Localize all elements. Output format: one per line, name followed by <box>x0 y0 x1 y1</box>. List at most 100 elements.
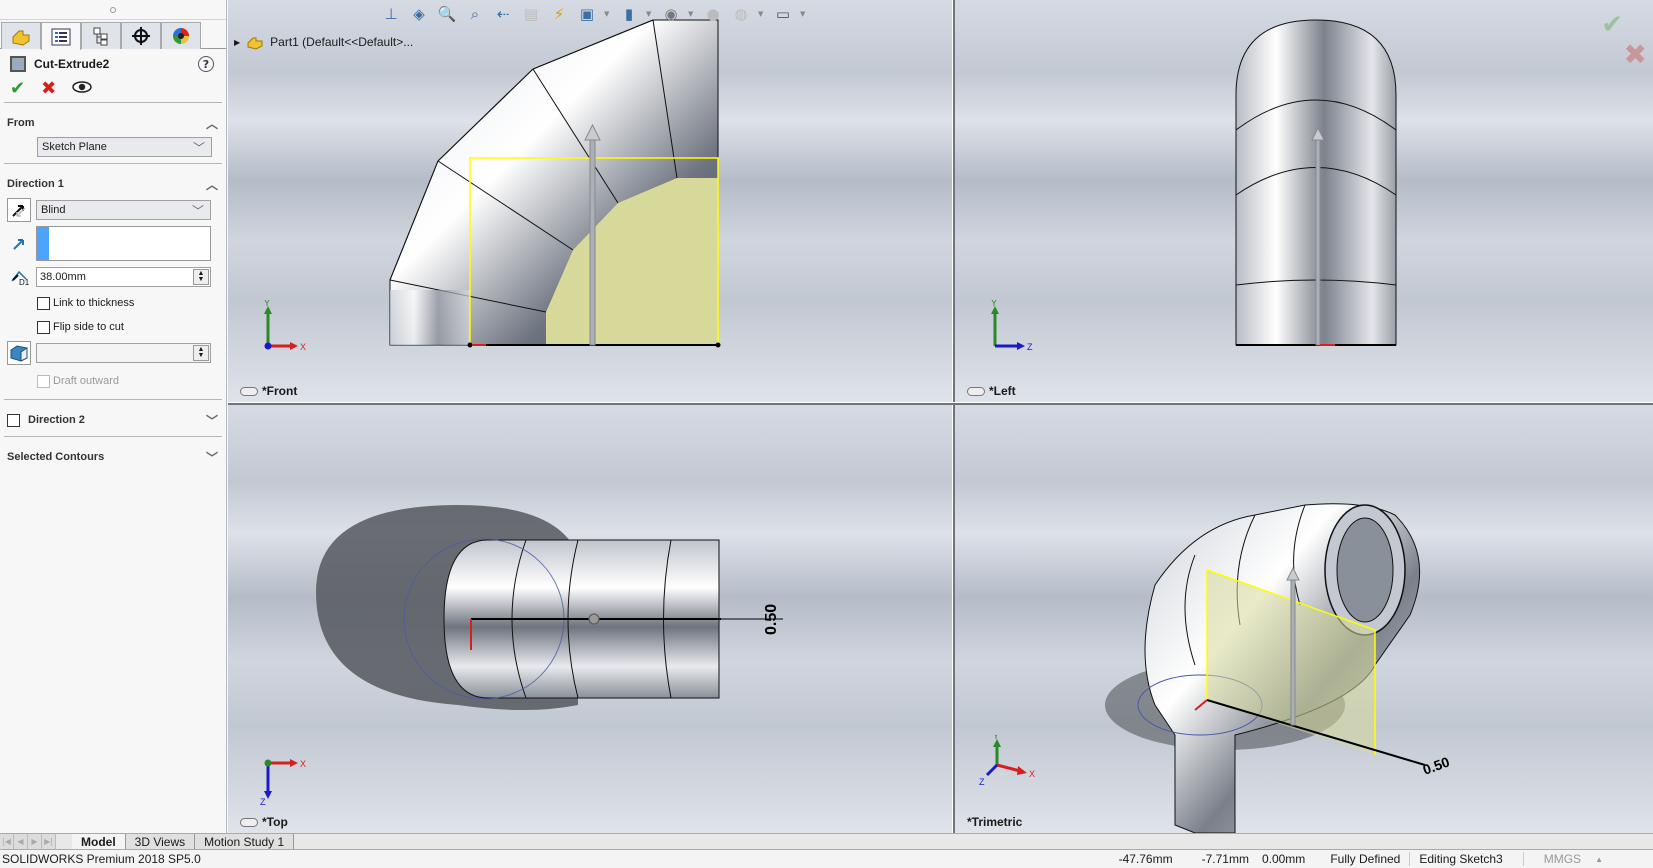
view-label-trimetric: *Trimetric <box>967 815 1022 829</box>
view-normal-icon[interactable]: ⊥ <box>380 3 402 25</box>
hide-show-items-icon[interactable]: ◉ <box>660 3 682 25</box>
unit-system[interactable]: MMGS <box>1524 852 1595 866</box>
selected-contours-section-header[interactable]: Selected Contours ﹀ <box>0 443 226 471</box>
svg-text:D1: D1 <box>19 278 29 286</box>
previous-view-icon[interactable]: ⇠ <box>492 3 514 25</box>
checkbox-box[interactable] <box>37 296 50 310</box>
reverse-direction-icon <box>12 205 26 217</box>
prev-tab-button[interactable]: ◀ <box>14 834 28 849</box>
direction2-checkbox[interactable] <box>7 413 20 427</box>
collapse-up-icon[interactable]: ︿ <box>206 176 218 193</box>
dynamic-annotation-icon[interactable]: ⚡ <box>548 3 570 25</box>
tab-motion-study-1[interactable]: Motion Study 1 <box>195 834 295 849</box>
display-style-icon[interactable]: ▮ <box>618 3 640 25</box>
axis-z-label: Z <box>1027 342 1033 350</box>
view-label-front: *Front <box>240 384 297 398</box>
draft-angle-input[interactable]: ▲ ▼ <box>36 343 211 363</box>
tab-property-manager[interactable] <box>41 22 81 50</box>
expand-down-icon[interactable]: ﹀ <box>206 412 218 429</box>
direction-arrow-icon <box>7 237 31 251</box>
depth-input[interactable]: 38.00mm ▲ ▼ <box>36 267 211 287</box>
next-tab-button[interactable]: ▶ <box>28 834 42 849</box>
direction-selection-box[interactable] <box>36 226 211 261</box>
expand-arrow-icon[interactable]: ▶ <box>234 38 240 47</box>
link-to-thickness-checkbox[interactable]: Link to thickness <box>0 291 226 315</box>
collapse-up-icon[interactable]: ︿ <box>206 115 218 132</box>
dropdown-arrow-icon[interactable]: ▼ <box>800 10 808 18</box>
viewport-front[interactable]: Y X *Front ⊥ ◈ 🔍 ⌕ ⇠ ▤ ⚡ ▣ ▼ ▮ ▼ ◉ ▼ ● ◍ ▼ ▭… <box>228 0 952 402</box>
end-condition-value: Blind <box>41 204 66 216</box>
draft-outward-label: Draft outward <box>53 375 120 387</box>
viewport-trimetric[interactable]: 0.50 Y X Z *Trimetric <box>955 405 1653 833</box>
help-icon[interactable]: ? <box>198 56 214 72</box>
cancel-corner-x-icon[interactable]: ✖ <box>1624 38 1647 71</box>
dropdown-arrow-icon[interactable]: ▼ <box>646 10 654 18</box>
panel-grip[interactable] <box>0 0 226 20</box>
view-orientation-cube-icon[interactable]: ◈ <box>408 3 430 25</box>
tab-dimxpert-manager[interactable] <box>121 22 161 49</box>
tab-configuration-manager[interactable] <box>81 22 121 49</box>
first-tab-button[interactable]: |◀ <box>0 834 14 849</box>
end-condition-select[interactable]: Blind ﹀ <box>36 200 211 220</box>
depth-d1-icon: D1 <box>7 268 31 286</box>
axis-y-label: Y <box>264 300 270 308</box>
apply-scene-icon[interactable]: ◍ <box>730 3 752 25</box>
view-orientation-icon[interactable]: ▣ <box>576 3 598 25</box>
zoom-to-fit-icon[interactable]: 🔍 <box>436 3 458 25</box>
tab-3d-views[interactable]: 3D Views <box>125 834 196 849</box>
part-name[interactable]: Part1 (Default<<Default>... <box>270 35 413 49</box>
cut-extrude-icon <box>10 56 26 72</box>
tab-feature-manager[interactable] <box>1 22 41 49</box>
feature-tree-flyout[interactable]: ▶ Part1 (Default<<Default>... <box>234 34 413 50</box>
link-view-icon[interactable] <box>240 386 258 396</box>
link-view-icon[interactable] <box>967 386 985 396</box>
heads-up-view-toolbar: ⊥ ◈ 🔍 ⌕ ⇠ ▤ ⚡ ▣ ▼ ▮ ▼ ◉ ▼ ● ◍ ▼ ▭ ▼ <box>380 3 808 25</box>
dropdown-arrow-icon[interactable]: ▼ <box>758 10 766 18</box>
direction2-section-header[interactable]: Direction 2 ﹀ <box>0 406 226 434</box>
dropdown-arrow-icon[interactable]: ▼ <box>688 10 696 18</box>
from-select[interactable]: Sketch Plane ﹀ <box>37 137 212 157</box>
flip-side-checkbox[interactable]: Flip side to cut <box>0 315 226 339</box>
from-section-header[interactable]: From ︿ <box>0 109 226 137</box>
selection-active-indicator <box>37 227 49 260</box>
section-view-icon[interactable]: ▤ <box>520 3 542 25</box>
viewport-top[interactable]: 0.50 X Z *Top <box>228 405 952 833</box>
preview-eye-icon[interactable] <box>72 80 92 97</box>
units-menu-arrow-icon[interactable]: ▲ <box>1595 855 1653 864</box>
view-settings-icon[interactable]: ▭ <box>772 3 794 25</box>
graphics-area[interactable]: Y X *Front ⊥ ◈ 🔍 ⌕ ⇠ ▤ ⚡ ▣ ▼ ▮ ▼ ◉ ▼ ● ◍ ▼ ▭… <box>228 0 1653 833</box>
edit-appearance-icon[interactable]: ● <box>702 3 724 25</box>
axis-z-label: Z <box>979 777 985 787</box>
dropdown-arrow-icon[interactable]: ▼ <box>604 10 612 18</box>
depth-spinner[interactable]: ▲ ▼ <box>193 269 209 285</box>
app-version: SOLIDWORKS Premium 2018 SP5.0 <box>2 852 201 866</box>
zoom-to-area-icon[interactable]: ⌕ <box>464 3 486 25</box>
dimension-label[interactable]: 0.50 <box>763 604 780 635</box>
left-view-model <box>1235 19 1397 346</box>
confirm-corner-check-icon[interactable]: ✔ <box>1601 10 1623 40</box>
ok-button[interactable]: ✔ <box>10 78 25 99</box>
draft-toggle-button[interactable] <box>7 341 31 365</box>
tab-display-manager[interactable] <box>161 22 201 49</box>
cancel-button[interactable]: ✖ <box>41 78 56 99</box>
axis-triad: Y X <box>264 300 306 350</box>
link-view-icon[interactable] <box>240 817 258 827</box>
divider <box>4 399 222 400</box>
cursor-y: -7.71mm <box>1201 852 1249 866</box>
dimension-label[interactable]: 0.50 <box>1421 753 1452 777</box>
tab-model[interactable]: Model <box>72 834 126 849</box>
action-row: ✔ ✖ <box>4 78 222 103</box>
direction1-section-header[interactable]: Direction 1 ︿ <box>0 170 226 198</box>
viewport-horizontal-splitter[interactable] <box>228 402 1653 405</box>
axis-triad: Y X Z <box>979 735 1035 787</box>
draft-angle-spinner[interactable]: ▲ ▼ <box>193 345 209 361</box>
viewport-vertical-splitter[interactable] <box>952 0 955 833</box>
checkbox-box[interactable] <box>37 320 50 334</box>
reverse-direction-button[interactable] <box>7 198 31 222</box>
from-select-value: Sketch Plane <box>42 141 107 153</box>
divider <box>4 436 222 437</box>
last-tab-button[interactable]: ▶| <box>42 834 56 849</box>
viewport-left[interactable]: Y Z *Left ✔ ✖ <box>955 0 1653 402</box>
draft-outward-checkbox: Draft outward <box>0 369 226 393</box>
expand-down-icon[interactable]: ﹀ <box>206 449 218 466</box>
